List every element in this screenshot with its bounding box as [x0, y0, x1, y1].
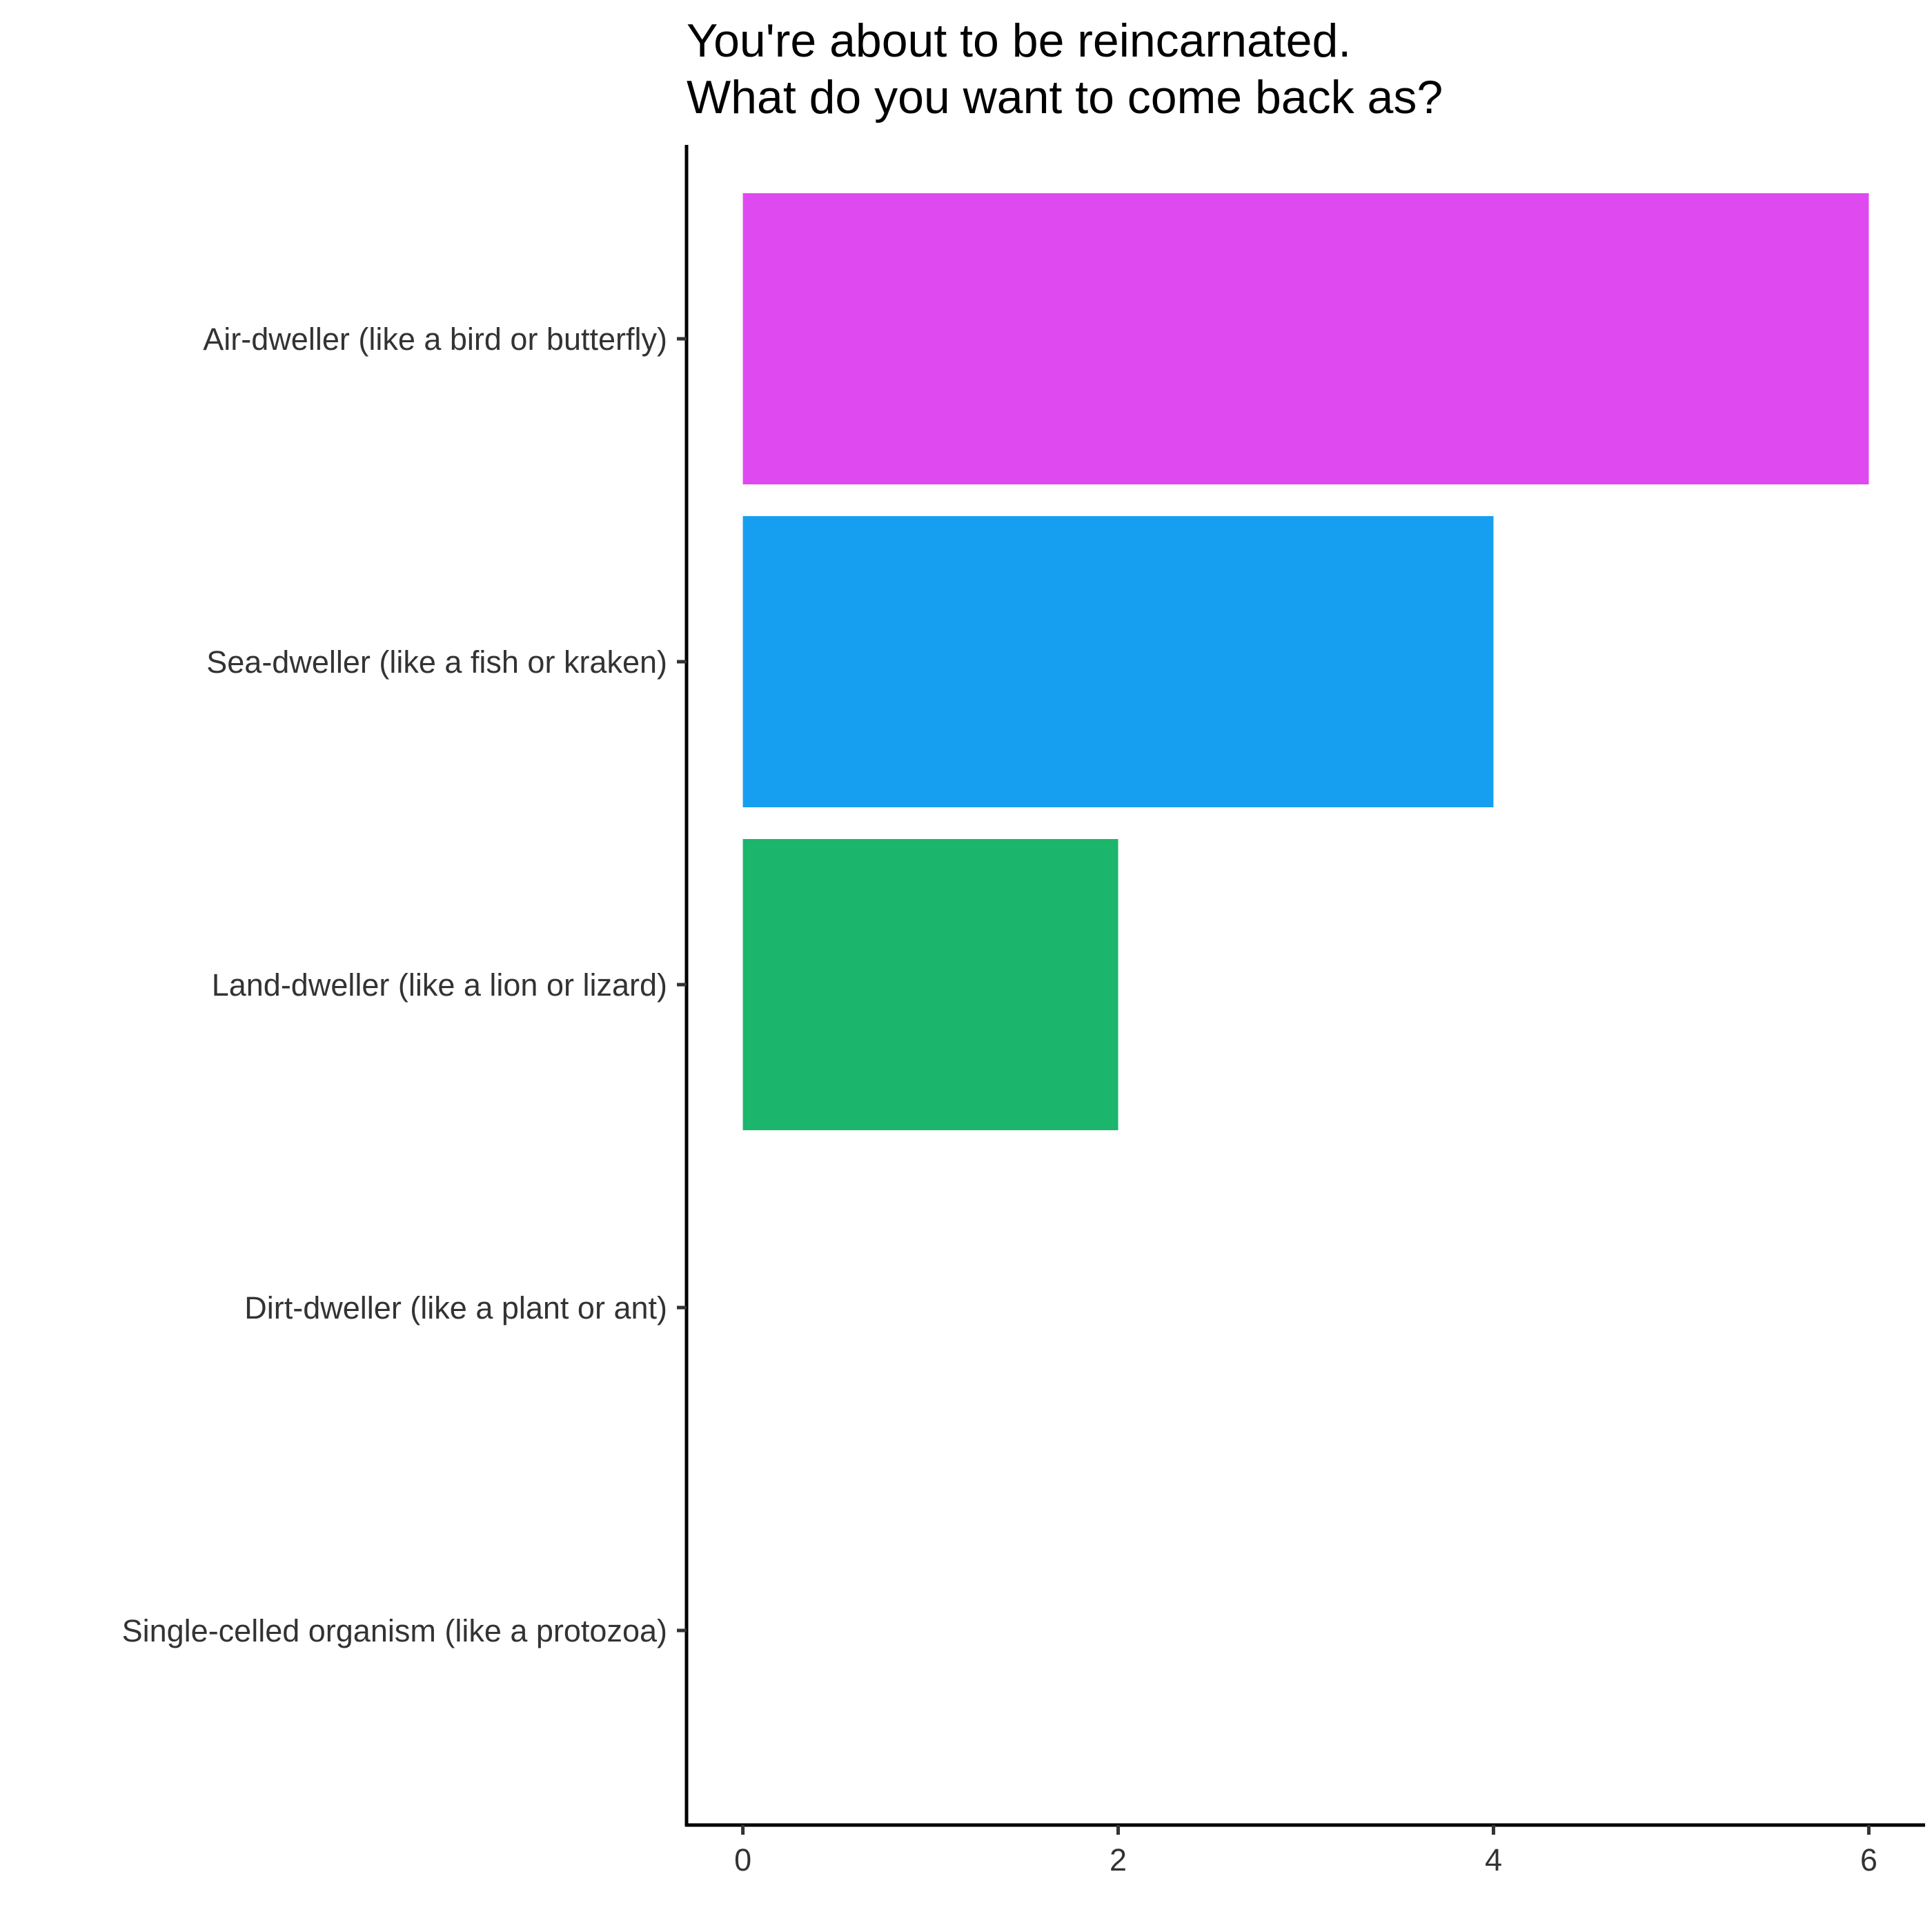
bar [742, 193, 1869, 484]
y-tick-label: Air-dweller (like a bird or butterfly) [203, 322, 667, 357]
chart-title: You're about to be reincarnated. What do … [687, 14, 1443, 124]
chart: You're about to be reincarnated. What do … [0, 0, 1932, 1932]
y-tick-label: Sea-dweller (like a fish or kraken) [206, 644, 667, 680]
x-tick-label: 2 [1110, 1842, 1127, 1877]
x-axis: 0 2 4 6 [685, 1823, 1925, 1877]
chart-title-line: What do you want to come back as? [687, 71, 1443, 124]
chart-title-line: You're about to be reincarnated. [687, 14, 1351, 67]
bar-chart: You're about to be reincarnated. What do … [122, 14, 1925, 1877]
x-tick-label: 4 [1485, 1842, 1502, 1877]
bar [742, 839, 1118, 1130]
y-tick-label: Dirt-dweller (like a plant or ant) [244, 1290, 667, 1325]
chart-title-text: You're about to be reincarnated. What do … [687, 14, 1443, 124]
bars [742, 193, 1869, 1130]
x-tick-label: 0 [734, 1842, 751, 1877]
y-axis: Air-dweller (like a bird or butterfly) Se… [122, 145, 689, 1826]
x-tick-label: 6 [1860, 1842, 1877, 1877]
y-tick-label: Land-dweller (like a lion or lizard) [212, 967, 667, 1003]
bar [742, 516, 1494, 807]
y-tick-label: Single-celled organism (like a protozoa) [122, 1613, 667, 1648]
